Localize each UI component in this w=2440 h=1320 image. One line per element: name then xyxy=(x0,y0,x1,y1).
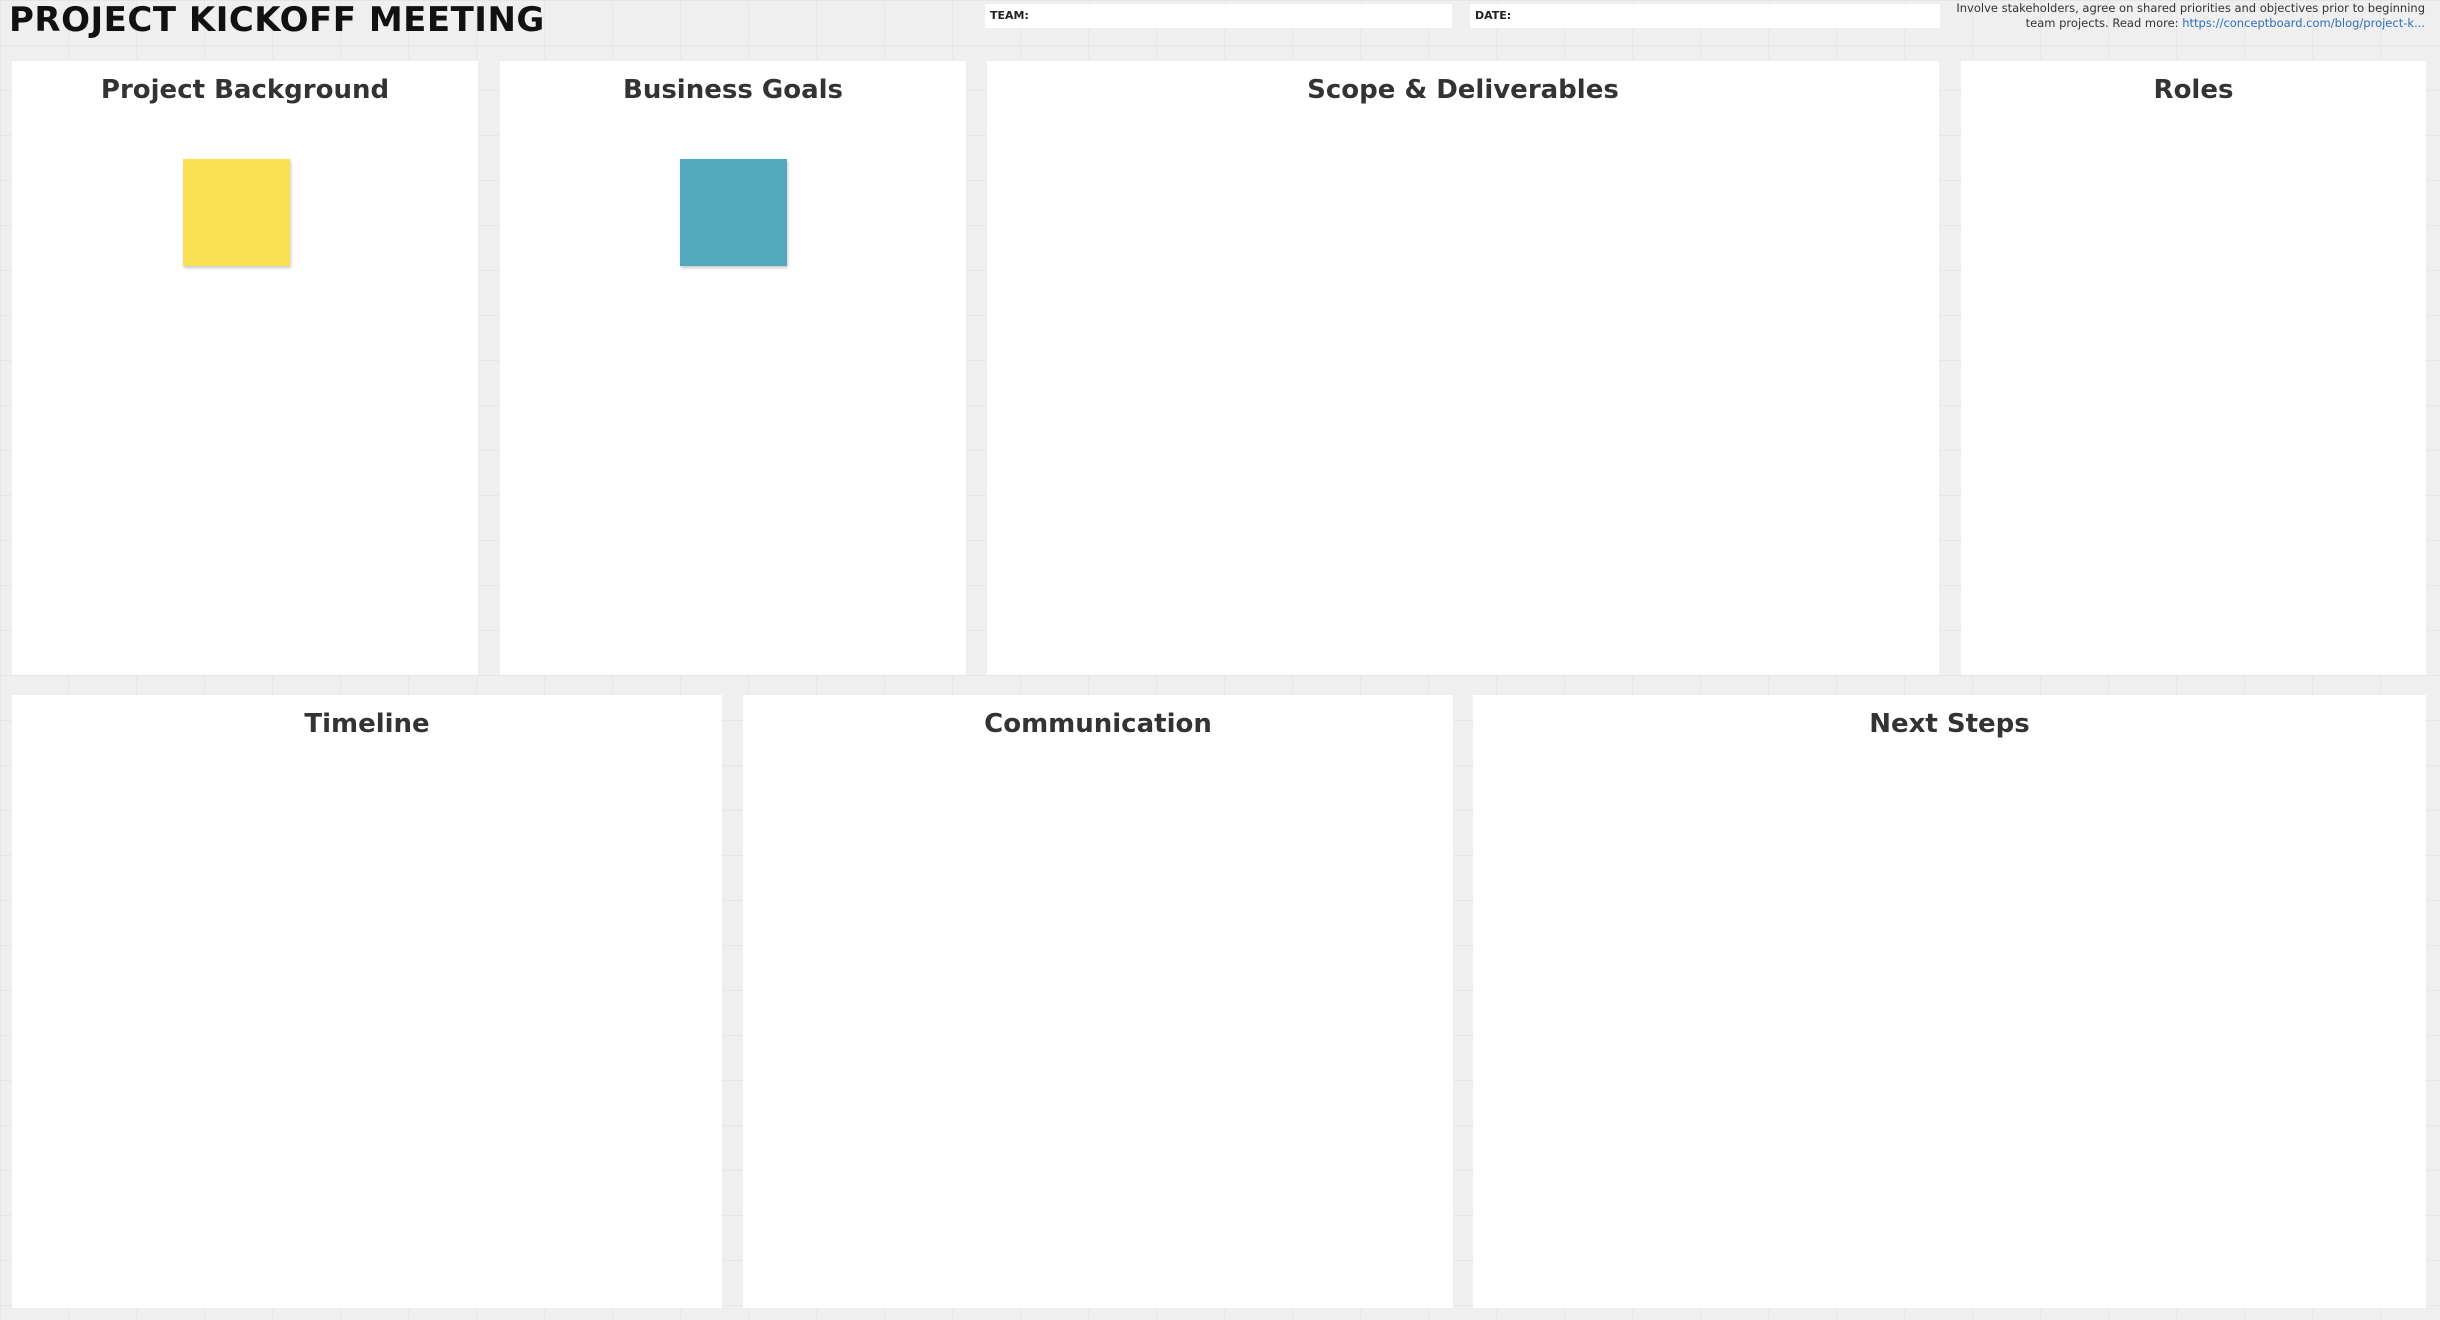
date-field[interactable]: DATE: xyxy=(1470,4,1940,28)
panel-communication[interactable]: Communication xyxy=(743,695,1453,1308)
date-label: DATE: xyxy=(1475,9,1512,22)
panel-scope-deliverables[interactable]: Scope & Deliverables xyxy=(987,61,1939,675)
panel-business-goals[interactable]: Business Goals xyxy=(500,61,966,675)
panel-title-business-goals: Business Goals xyxy=(623,75,843,105)
board-title: PROJECT KICKOFF MEETING xyxy=(9,0,545,40)
sticky-note-yellow[interactable] xyxy=(183,159,290,266)
panel-roles[interactable]: Roles xyxy=(1961,61,2426,675)
panel-next-steps[interactable]: Next Steps xyxy=(1473,695,2426,1308)
read-more-link[interactable]: https://conceptboard.com/blog/project-k.… xyxy=(2182,16,2425,30)
intro-note: Involve stakeholders, agree on shared pr… xyxy=(1925,1,2425,31)
team-label: TEAM: xyxy=(990,9,1029,22)
panel-title-scope-deliverables: Scope & Deliverables xyxy=(1307,75,1619,105)
panel-project-background[interactable]: Project Background xyxy=(12,61,478,675)
panel-timeline[interactable]: Timeline xyxy=(12,695,722,1308)
team-field[interactable]: TEAM: xyxy=(985,4,1452,28)
panel-title-communication: Communication xyxy=(984,709,1212,739)
panel-title-roles: Roles xyxy=(2153,75,2234,105)
panel-title-timeline: Timeline xyxy=(304,709,430,739)
sticky-note-blue[interactable] xyxy=(680,159,787,266)
panel-title-project-background: Project Background xyxy=(100,75,390,105)
panel-title-next-steps: Next Steps xyxy=(1869,709,2030,739)
